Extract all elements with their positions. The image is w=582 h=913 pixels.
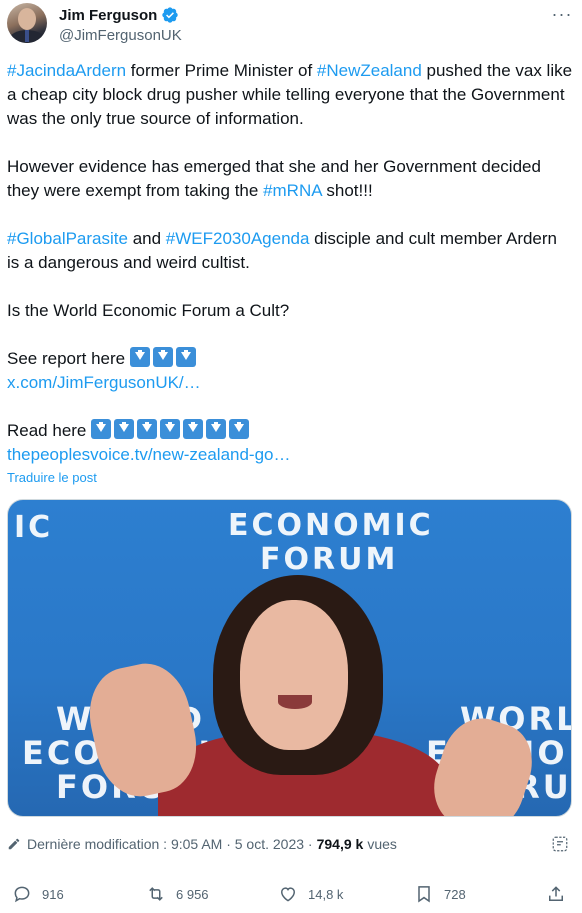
like-icon (280, 887, 296, 902)
tweet-paragraph-6: Read here thepeoplesvoice.tv/new-zealand… (7, 419, 291, 464)
arrow-down-emoji-icon (229, 419, 250, 439)
bookmark-icon (418, 886, 430, 903)
share-button[interactable] (546, 880, 566, 908)
hashtag-link[interactable]: #GlobalParasite (7, 229, 128, 248)
verified-badge-icon (162, 7, 179, 23)
like-button[interactable]: 14,8 k (278, 880, 343, 908)
reply-button[interactable]: 916 (12, 880, 64, 908)
views-label: vues (367, 836, 397, 852)
arrow-down-emoji-icon (152, 347, 173, 367)
reply-icon (14, 886, 30, 903)
photo-person-face (240, 600, 348, 750)
author-name-row[interactable]: Jim Ferguson (59, 6, 179, 24)
tweet-paragraph-1: #JacindaArdern former Prime Minister of … (7, 61, 573, 128)
hashtag-link[interactable]: #WEF2030Agenda (166, 229, 310, 248)
arrow-down-emoji-icon (129, 347, 150, 367)
arrow-down-emoji-icon (114, 419, 135, 439)
translate-link[interactable]: Traduire le post (7, 470, 97, 485)
tweet-paragraph-3: #GlobalParasite and #WEF2030Agenda disci… (7, 229, 557, 272)
share-icon (549, 886, 563, 901)
tweet-image[interactable]: IC ECONOMIC FORUM WORLD ECONOMIC FORUM W… (7, 499, 572, 817)
pencil-icon (8, 838, 20, 850)
author-name[interactable]: Jim Ferguson (59, 7, 157, 24)
grok-icon[interactable] (551, 835, 569, 853)
hashtag-link[interactable]: #mRNA (263, 181, 322, 200)
views-count: 794,9 k (316, 836, 364, 852)
more-icon[interactable]: ··· (551, 5, 573, 27)
bookmark-button[interactable]: 728 (414, 880, 466, 908)
arrow-down-emoji-icon (160, 419, 181, 439)
tweet-paragraph-2: However evidence has emerged that she an… (7, 157, 541, 200)
arrow-down-emoji-icon (206, 419, 227, 439)
tweet-header: Jim Ferguson @JimFergusonUK ··· (7, 3, 577, 47)
arrow-down-emoji-icon (91, 419, 112, 439)
report-link[interactable]: x.com/JimFergusonUK/… (7, 373, 201, 392)
repost-button[interactable]: 6 956 (146, 880, 209, 908)
action-bar: 916 6 956 14,8 k 728 (0, 880, 582, 910)
arrow-down-emoji-icon (137, 419, 158, 439)
hashtag-link[interactable]: #JacindaArdern (7, 61, 126, 80)
repost-icon (149, 887, 163, 901)
tweet-metadata: Dernière modification : 9:05 AM · 5 oct.… (7, 833, 575, 855)
hashtag-link[interactable]: #NewZealand (317, 61, 422, 80)
tweet-paragraph-4: Is the World Economic Forum a Cult? (7, 301, 290, 320)
article-link[interactable]: thepeoplesvoice.tv/new-zealand-go… (7, 445, 291, 464)
arrow-down-emoji-icon (183, 419, 204, 439)
author-handle[interactable]: @JimFergusonUK (59, 27, 182, 44)
edit-timestamp[interactable]: Dernière modification : 9:05 AM · 5 oct.… (27, 836, 313, 852)
avatar[interactable] (7, 3, 47, 43)
arrow-down-emoji-icon (175, 347, 196, 367)
tweet-paragraph-5: See report here x.com/JimFergusonUK/… (7, 347, 201, 392)
